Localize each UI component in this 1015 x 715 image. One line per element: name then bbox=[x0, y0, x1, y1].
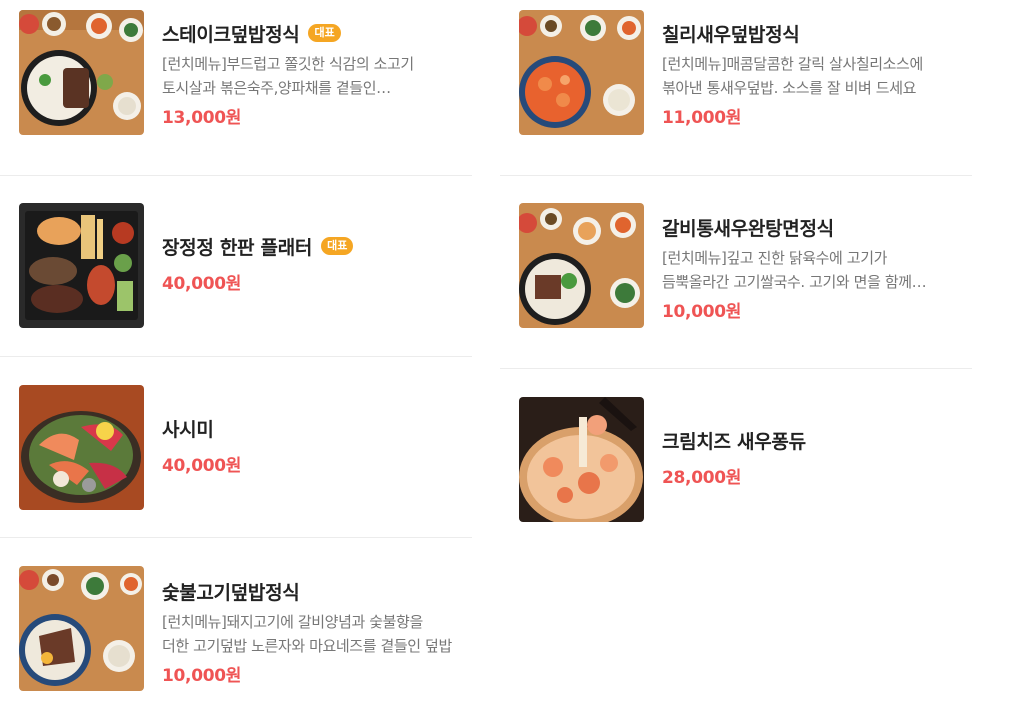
menu-item-photo bbox=[19, 566, 144, 691]
menu-item-photo bbox=[19, 203, 144, 328]
menu-item-info: 크림치즈 새우퐁듀 28,000원 bbox=[662, 427, 964, 489]
menu-item-price: 10,000원 bbox=[662, 302, 742, 322]
menu-item-price: 11,000원 bbox=[662, 108, 742, 128]
menu-item-name: 숯불고기덮밥정식 bbox=[162, 581, 300, 604]
cream-cheese-shrimp-fondue-photo bbox=[519, 397, 644, 522]
menu-item-photo bbox=[19, 10, 144, 135]
menu-item-info: 장정정 한판 플래터 대표 40,000원 bbox=[162, 233, 464, 294]
menu-item-name-row: 크림치즈 새우퐁듀 bbox=[662, 427, 964, 453]
signature-badge: 대표 bbox=[308, 24, 341, 42]
signature-badge: 대표 bbox=[321, 237, 354, 255]
menu-item-name-row: 장정정 한판 플래터 대표 bbox=[162, 233, 464, 259]
menu-item[interactable]: 사시미 40,000원 bbox=[0, 357, 472, 538]
menu-item-name-row: 사시미 bbox=[162, 415, 464, 441]
menu-item-description: [런치메뉴]부드럽고 쫄깃한 식감의 소고기 토시살과 볶은숙주,양파채를 곁들… bbox=[162, 55, 414, 97]
menu-item-price: 10,000원 bbox=[162, 666, 242, 686]
menu-item[interactable]: 크림치즈 새우퐁듀 28,000원 bbox=[500, 369, 972, 550]
menu-item-name: 칠리새우덮밥정식 bbox=[662, 23, 800, 46]
menu-item[interactable]: 칠리새우덮밥정식 [런치메뉴]매콤달콤한 갈릭 살사칠리소스에 볶아낸 통새우덮… bbox=[500, 0, 972, 176]
menu-item-name: 갈비통새우완탕면정식 bbox=[662, 217, 834, 240]
menu-item-info: 갈비통새우완탕면정식 [런치메뉴]깊고 진한 닭육수에 고기가 듬뿍올라간 고기… bbox=[662, 214, 964, 323]
menu-item-name-row: 숯불고기덮밥정식 bbox=[162, 578, 464, 604]
menu-item-name: 사시미 bbox=[162, 418, 214, 441]
menu-item-name-row: 갈비통새우완탕면정식 bbox=[662, 214, 964, 240]
menu-item-description: [런치메뉴]매콤달콤한 갈릭 살사칠리소스에 볶아낸 통새우덮밥. 소스를 잘 … bbox=[662, 55, 923, 97]
menu-item-info: 칠리새우덮밥정식 [런치메뉴]매콤달콤한 갈릭 살사칠리소스에 볶아낸 통새우덮… bbox=[662, 20, 964, 129]
menu-item-name: 장정정 한판 플래터 bbox=[162, 236, 313, 259]
menu-item-photo bbox=[519, 397, 644, 522]
menu-item-price: 40,000원 bbox=[162, 274, 242, 294]
menu-item-photo bbox=[519, 10, 644, 135]
sashimi-platter-photo bbox=[19, 385, 144, 510]
menu-item-photo bbox=[519, 203, 644, 328]
menu-item-description: [런치메뉴]깊고 진한 닭육수에 고기가 듬뿍올라간 고기쌀국수. 고기와 면을… bbox=[662, 249, 912, 291]
menu-item-price: 28,000원 bbox=[662, 468, 742, 488]
menu-item-name-row: 스테이크덮밥정식 대표 bbox=[162, 20, 464, 46]
menu-item-photo bbox=[19, 385, 144, 510]
menu-item-name: 스테이크덮밥정식 bbox=[162, 23, 300, 46]
grill-platter-photo bbox=[19, 203, 144, 328]
menu-list: 스테이크덮밥정식 대표 [런치메뉴]부드럽고 쫄깃한 식감의 소고기 토시살과 … bbox=[0, 0, 1015, 715]
menu-item-price: 40,000원 bbox=[162, 456, 242, 476]
charcoal-pork-rice-bowl-set-photo bbox=[19, 566, 144, 691]
menu-item-info: 숯불고기덮밥정식 [런치메뉴]돼지고기에 갈비양념과 숯불향을 더한 고기덮밥 … bbox=[162, 578, 464, 687]
menu-item-description: [런치메뉴]돼지고기에 갈비양념과 숯불향을 더한 고기덮밥 노른자와 마요네즈… bbox=[162, 613, 452, 655]
menu-item[interactable]: 숯불고기덮밥정식 [런치메뉴]돼지고기에 갈비양념과 숯불향을 더한 고기덮밥 … bbox=[0, 538, 472, 715]
menu-item[interactable]: 갈비통새우완탕면정식 [런치메뉴]깊고 진한 닭육수에 고기가 듬뿍올라간 고기… bbox=[500, 176, 972, 369]
menu-item[interactable]: 스테이크덮밥정식 대표 [런치메뉴]부드럽고 쫄깃한 식감의 소고기 토시살과 … bbox=[0, 0, 472, 176]
menu-item-info: 사시미 40,000원 bbox=[162, 415, 464, 477]
chili-shrimp-rice-bowl-set-photo bbox=[519, 10, 644, 135]
steak-rice-bowl-set-photo bbox=[19, 10, 144, 135]
menu-item-price: 13,000원 bbox=[162, 108, 242, 128]
menu-item-name-row: 칠리새우덮밥정식 bbox=[662, 20, 964, 46]
galbi-shrimp-wonton-noodle-set-photo bbox=[519, 203, 644, 328]
menu-item-info: 스테이크덮밥정식 대표 [런치메뉴]부드럽고 쫄깃한 식감의 소고기 토시살과 … bbox=[162, 20, 464, 129]
menu-item[interactable]: 장정정 한판 플래터 대표 40,000원 bbox=[0, 176, 472, 357]
menu-item-name: 크림치즈 새우퐁듀 bbox=[662, 430, 806, 453]
